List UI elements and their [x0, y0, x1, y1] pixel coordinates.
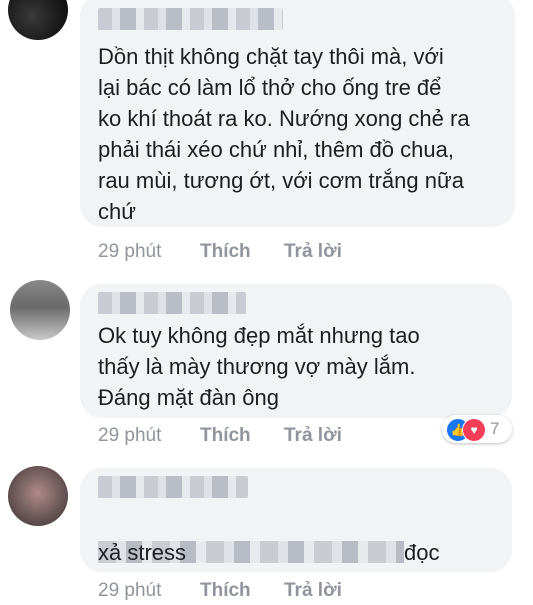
comment-bubble: Dồn thịt không chặt tay thôi mà, với lại…: [80, 0, 515, 227]
avatar[interactable]: [10, 280, 70, 340]
reactions-summary[interactable]: 👍 ♥ 7: [442, 415, 512, 443]
comment-text: Dồn thịt không chặt tay thôi mà, với lại…: [98, 44, 470, 224]
comment-timestamp[interactable]: 29 phút: [98, 241, 161, 263]
comment-text: Ok tuy không đẹp mắt nhưng tao thấy là m…: [98, 323, 420, 410]
like-button[interactable]: Thích: [200, 425, 251, 447]
reply-button[interactable]: Trả lời: [284, 580, 342, 602]
reply-button[interactable]: Trả lời: [284, 425, 342, 447]
avatar[interactable]: [8, 466, 68, 526]
like-button[interactable]: Thích: [200, 241, 251, 263]
comment-text-line2: xả stress: [98, 540, 187, 565]
comment-bubble: Ok tuy không đẹp mắt nhưng tao thấy là m…: [80, 284, 512, 418]
reaction-count: 7: [490, 419, 500, 438]
like-button[interactable]: Thích: [200, 580, 251, 602]
comment-bubble: đọc xả stress: [80, 468, 512, 572]
commenter-name-blurred[interactable]: [98, 8, 283, 30]
comment-timestamp[interactable]: 29 phút: [98, 580, 161, 602]
commenter-name-blurred[interactable]: [98, 292, 246, 314]
avatar[interactable]: [8, 0, 68, 40]
commenter-name-blurred[interactable]: [98, 476, 248, 498]
comment-text-end: đọc: [404, 540, 440, 565]
comment-timestamp[interactable]: 29 phút: [98, 425, 161, 447]
reply-button[interactable]: Trả lời: [284, 241, 342, 263]
love-icon: ♥: [462, 418, 486, 442]
